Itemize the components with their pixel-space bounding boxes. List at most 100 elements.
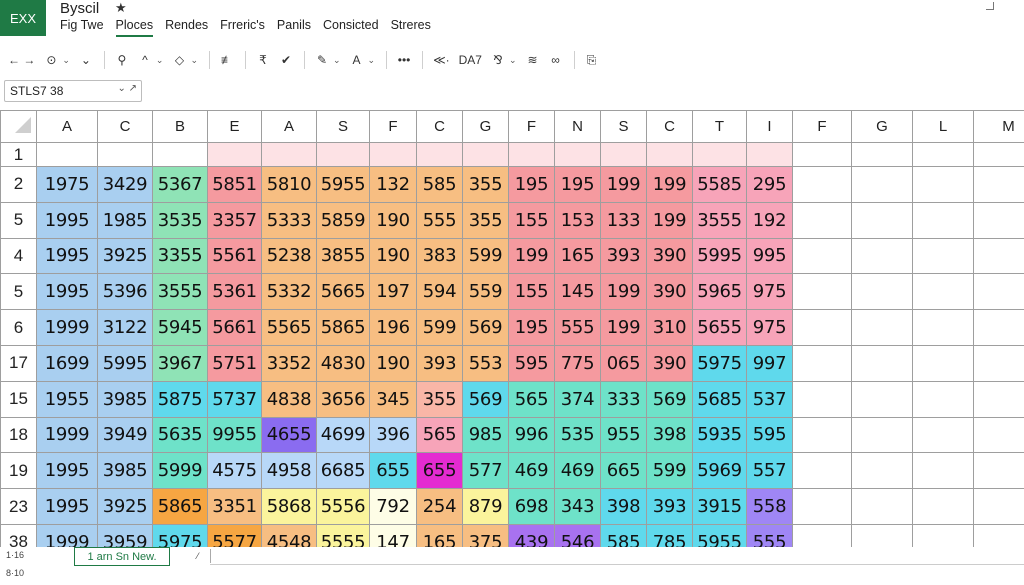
column-header[interactable]: M	[973, 110, 1024, 143]
cell[interactable]: 5865	[316, 309, 370, 346]
decimal-icon[interactable]: ≪·	[433, 50, 450, 70]
cell[interactable]: 3925	[97, 488, 153, 525]
cell[interactable]: 145	[554, 273, 601, 311]
cell[interactable]: 5332	[261, 273, 317, 311]
cell[interactable]: 333	[600, 380, 647, 418]
cell[interactable]: 3429	[97, 166, 153, 203]
cell[interactable]: 997	[746, 344, 793, 382]
cell[interactable]: 537	[746, 380, 793, 418]
name-box[interactable]: STLS7 38 ⌄ ↗	[4, 80, 142, 102]
cell[interactable]	[851, 166, 913, 203]
cell[interactable]: 3355	[152, 237, 208, 275]
chevron-down-icon[interactable]: ⌄	[156, 55, 164, 66]
cell[interactable]: 3925	[97, 237, 153, 275]
cell[interactable]: 5685	[692, 380, 747, 418]
cell[interactable]: 5865	[152, 488, 208, 525]
cell[interactable]: 655	[416, 452, 463, 490]
cell[interactable]: 3352	[261, 344, 317, 382]
cell[interactable]: 4830	[316, 344, 370, 382]
cell[interactable]	[792, 488, 852, 525]
cell[interactable]: 393	[600, 237, 647, 275]
cell[interactable]: 5935	[692, 416, 747, 454]
cell[interactable]: 555	[554, 309, 601, 346]
cell[interactable]: 5810	[261, 166, 317, 203]
cell[interactable]: 155	[508, 201, 555, 239]
cell[interactable]: 1975	[36, 166, 98, 203]
cell[interactable]	[646, 142, 693, 167]
cell[interactable]	[973, 452, 1024, 490]
cell[interactable]: 343	[554, 488, 601, 525]
cell[interactable]	[912, 380, 974, 418]
cell[interactable]	[851, 201, 913, 239]
cell[interactable]: 190	[369, 201, 417, 239]
cell[interactable]: 355	[462, 201, 509, 239]
menu-item[interactable]: Streres	[391, 18, 431, 37]
column-header[interactable]: C	[97, 110, 153, 143]
cell[interactable]: 254	[416, 488, 463, 525]
column-header[interactable]: C	[646, 110, 693, 143]
cell[interactable]: 5333	[261, 201, 317, 239]
cell[interactable]: 199	[646, 166, 693, 203]
cell[interactable]: 698	[508, 488, 555, 525]
horizontal-scrollbar[interactable]	[210, 564, 1024, 565]
cell[interactable]: 197	[369, 273, 417, 311]
cell[interactable]: 5635	[152, 416, 208, 454]
chevron-down-icon[interactable]: ⌄	[190, 55, 198, 66]
select-all-corner[interactable]	[0, 110, 37, 143]
cell[interactable]	[851, 309, 913, 346]
cell[interactable]: 985	[462, 416, 509, 454]
cell[interactable]	[973, 166, 1024, 203]
cell[interactable]: 585	[416, 166, 463, 203]
cell[interactable]	[851, 488, 913, 525]
cell[interactable]	[416, 142, 463, 167]
menu-item[interactable]: Ploces	[115, 18, 154, 37]
cell[interactable]: 3949	[97, 416, 153, 454]
chevron-down-icon[interactable]: ⌄	[62, 55, 70, 66]
cell[interactable]: 1985	[97, 201, 153, 239]
cell[interactable]: 195	[508, 166, 555, 203]
cell[interactable]: 393	[646, 488, 693, 525]
cell[interactable]: 5999	[152, 452, 208, 490]
cell[interactable]: 469	[508, 452, 555, 490]
cell[interactable]: 155	[508, 273, 555, 311]
cell[interactable]: 577	[462, 452, 509, 490]
cell[interactable]: 1955	[36, 380, 98, 418]
cell[interactable]: 196	[369, 309, 417, 346]
cell[interactable]: 1995	[36, 201, 98, 239]
cell[interactable]: 132	[369, 166, 417, 203]
cell[interactable]: 383	[416, 237, 463, 275]
cell[interactable]	[792, 201, 852, 239]
cell[interactable]: 374	[554, 380, 601, 418]
cell[interactable]: 996	[508, 416, 555, 454]
cell[interactable]: 390	[646, 273, 693, 311]
cell[interactable]	[792, 416, 852, 454]
cell[interactable]: 9955	[207, 416, 262, 454]
cell[interactable]: 190	[369, 237, 417, 275]
menu-item[interactable]: Rendes	[165, 18, 208, 37]
cell[interactable]: 599	[416, 309, 463, 346]
cell[interactable]	[462, 142, 509, 167]
cell[interactable]	[973, 488, 1024, 525]
cell[interactable]: 5361	[207, 273, 262, 311]
cell[interactable]: 5868	[261, 488, 317, 525]
cell[interactable]: 955	[600, 416, 647, 454]
cell[interactable]: 5561	[207, 237, 262, 275]
cell[interactable]: 3122	[97, 309, 153, 346]
cell[interactable]	[97, 142, 153, 167]
cell[interactable]	[792, 273, 852, 311]
caret-up-icon[interactable]: ^	[138, 50, 152, 70]
chevron-down-icon[interactable]: ⌄	[333, 55, 341, 66]
search-icon[interactable]: ⚲	[115, 50, 129, 70]
row-header[interactable]: 18	[0, 416, 37, 454]
column-header[interactable]: T	[692, 110, 747, 143]
link-icon[interactable]: ∞	[549, 50, 563, 70]
cell[interactable]: 4655	[261, 416, 317, 454]
column-header[interactable]: S	[600, 110, 647, 143]
cell[interactable]: 5995	[97, 344, 153, 382]
cell[interactable]: 5875	[152, 380, 208, 418]
cell[interactable]	[369, 142, 417, 167]
row-header[interactable]: 17	[0, 344, 37, 382]
cell[interactable]: 995	[746, 237, 793, 275]
cell[interactable]: 555	[416, 201, 463, 239]
cell[interactable]	[912, 452, 974, 490]
